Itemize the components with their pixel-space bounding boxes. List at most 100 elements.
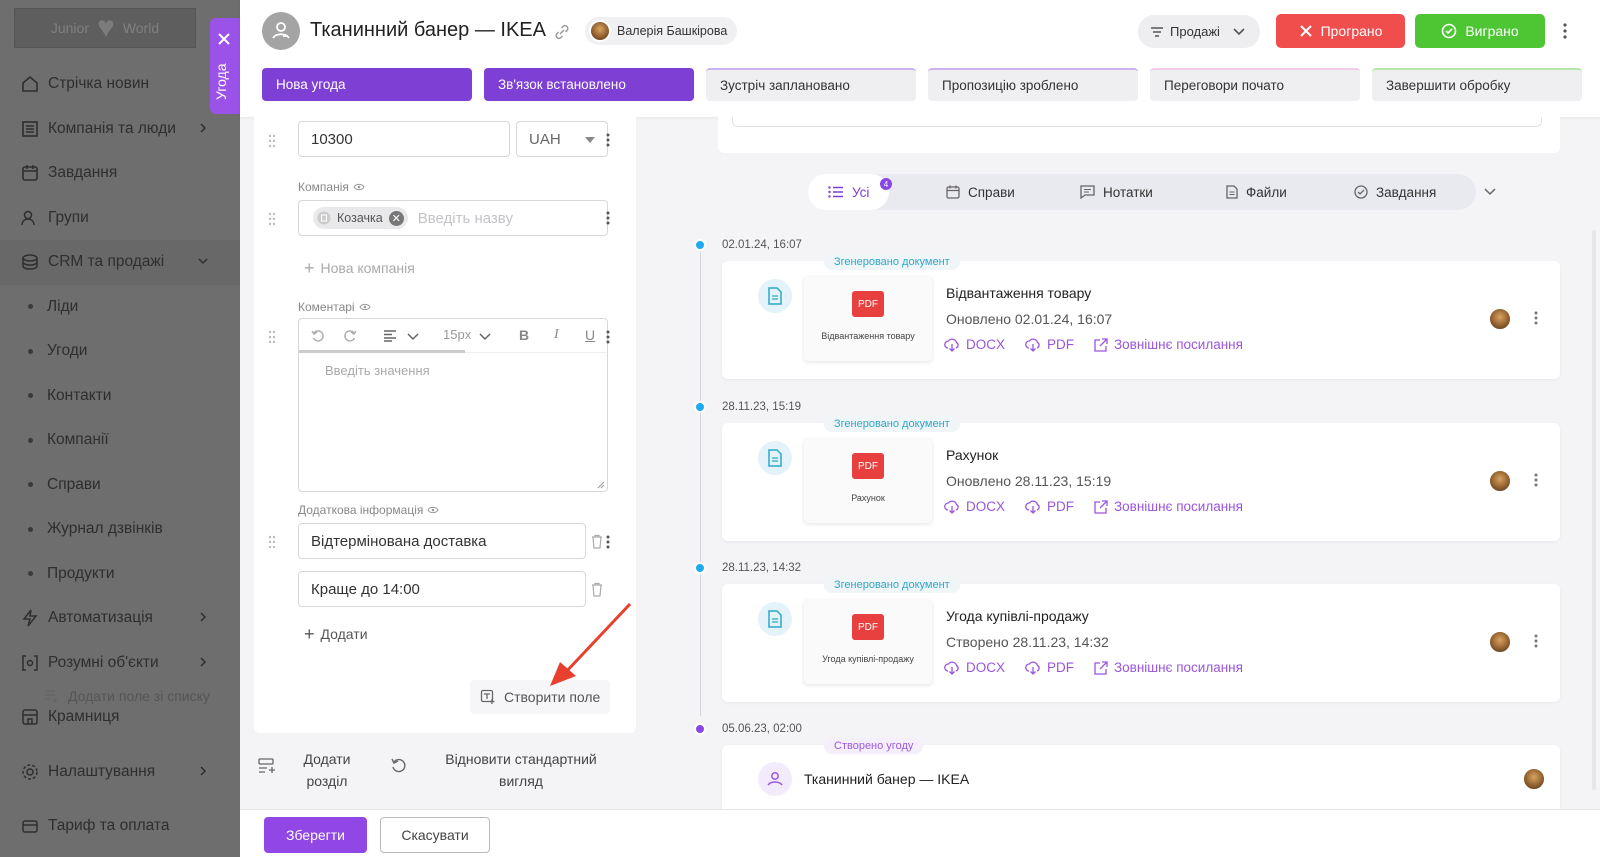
avatar[interactable] — [1488, 307, 1512, 331]
chevron-down-icon[interactable] — [407, 333, 419, 341]
drag-handle-icon[interactable] — [268, 330, 276, 344]
underline-button[interactable]: U — [585, 327, 595, 343]
save-button[interactable]: Зберегти — [264, 817, 367, 853]
document-thumbnail[interactable]: PDF Угода купівлі-продажу — [804, 600, 932, 684]
remove-chip-icon[interactable]: ✕ — [388, 210, 404, 226]
field-menu-icon[interactable] — [606, 133, 610, 147]
stage-finish[interactable]: Завершити обробку — [1372, 68, 1582, 101]
sidebar-item-tasks[interactable]: Завдання — [0, 151, 240, 196]
activity-input-card[interactable] — [718, 117, 1560, 153]
toolbar-scrollbar[interactable] — [299, 350, 465, 353]
timeline-deal-created-card[interactable]: Створено угоду Тканинний банер — IKEA — [722, 738, 1560, 809]
restore-default-view-button[interactable]: Відновити стандартний вигляд — [428, 748, 614, 792]
lost-button[interactable]: Програно — [1276, 14, 1405, 48]
currency-select[interactable]: UAH — [516, 121, 608, 157]
resize-handle-icon[interactable] — [597, 481, 605, 489]
sidebar-item-products[interactable]: Продукти — [0, 552, 240, 597]
stage-proposal-made[interactable]: Пропозицію зроблено — [928, 68, 1138, 101]
download-pdf-link[interactable]: PDF — [1025, 660, 1074, 675]
external-link[interactable]: Зовнішнє посилання — [1094, 499, 1243, 514]
stage-negotiations[interactable]: Переговори почато — [1150, 68, 1360, 101]
stage-meeting-scheduled[interactable]: Зустріч заплановано — [706, 68, 916, 101]
filter-tab-notes[interactable]: Нотатки — [1080, 174, 1153, 210]
italic-button[interactable]: I — [554, 327, 559, 343]
sidebar-item-settings[interactable]: Налаштування — [0, 750, 240, 795]
sidebar-item-company[interactable]: Компанія та люди — [0, 107, 240, 152]
bold-button[interactable]: B — [519, 327, 529, 343]
more-options-icon[interactable] — [1534, 311, 1538, 325]
deal-side-tab[interactable]: Угода — [210, 18, 240, 114]
field-menu-icon[interactable] — [606, 211, 610, 225]
align-icon[interactable] — [383, 330, 397, 342]
filter-tab-tasks[interactable]: Завдання — [1354, 174, 1436, 210]
add-value-link[interactable]: + Додати — [304, 625, 368, 643]
external-link[interactable]: Зовнішнє посилання — [1094, 660, 1243, 675]
drag-handle-icon[interactable] — [268, 134, 276, 148]
sidebar-item-news[interactable]: Стрічка новин — [0, 62, 240, 107]
sidebar-item-automation[interactable]: Автоматизація — [0, 596, 240, 641]
comments-editor[interactable]: 15px B I U Введіть значення — [298, 318, 608, 492]
drag-handle-icon[interactable] — [268, 212, 276, 226]
cancel-button[interactable]: Скасувати — [380, 817, 490, 853]
eye-icon[interactable] — [359, 303, 371, 311]
document-thumbnail[interactable]: PDF Рахунок — [804, 439, 932, 523]
download-docx-link[interactable]: DOCX — [944, 337, 1005, 352]
sidebar-item-groups[interactable]: Групи — [0, 196, 240, 241]
field-menu-icon[interactable] — [606, 330, 610, 344]
eye-icon[interactable] — [353, 183, 365, 191]
restore-icon[interactable] — [390, 757, 408, 775]
responsible-user-chip[interactable]: Валерія Башкірова — [585, 17, 738, 45]
sidebar-item-deals[interactable]: Угоди — [0, 329, 240, 374]
add-section-button[interactable]: Додати розділ — [290, 748, 364, 792]
filter-tab-files[interactable]: Файли — [1226, 174, 1287, 210]
download-pdf-link[interactable]: PDF — [1025, 499, 1074, 514]
sidebar-item-call-log[interactable]: Журнал дзвінків — [0, 507, 240, 552]
pipeline-select[interactable]: Продажі — [1138, 15, 1260, 48]
sidebar-item-smart-objects[interactable]: Розумні об'єкти — [0, 641, 240, 686]
scrollbar[interactable] — [1592, 230, 1596, 790]
sidebar-item-billing[interactable]: Тариф та оплата — [0, 804, 240, 849]
sidebar-item-leads[interactable]: Ліди — [0, 285, 240, 330]
chevron-down-icon[interactable] — [1484, 188, 1496, 196]
avatar[interactable] — [1488, 469, 1512, 493]
trash-icon[interactable] — [590, 582, 604, 597]
amount-input[interactable]: 10300 — [298, 121, 510, 157]
stage-new-deal[interactable]: Нова угода — [262, 68, 472, 101]
drag-handle-icon[interactable] — [268, 535, 276, 549]
close-icon[interactable] — [217, 32, 231, 46]
more-options-icon[interactable] — [1534, 634, 1538, 648]
sidebar-item-contacts[interactable]: Контакти — [0, 374, 240, 419]
link-icon[interactable] — [553, 23, 571, 41]
download-docx-link[interactable]: DOCX — [944, 499, 1005, 514]
chevron-down-icon[interactable] — [479, 333, 491, 341]
sidebar-item-crm[interactable]: CRM та продажі — [0, 240, 240, 285]
extra-info-input-1[interactable]: Відтермінована доставка — [298, 523, 586, 559]
add-field-from-list-button[interactable]: Додати поле зі списку — [44, 688, 210, 704]
timeline-document-card[interactable]: Згенеровано документ PDF Відвантаження т… — [722, 254, 1560, 379]
avatar[interactable] — [1522, 767, 1546, 791]
timeline-document-card[interactable]: Згенеровано документ PDF Угода купівлі-п… — [722, 577, 1560, 702]
more-options-icon[interactable] — [1562, 22, 1568, 40]
download-pdf-link[interactable]: PDF — [1025, 337, 1074, 352]
sidebar-item-cases[interactable]: Справи — [0, 463, 240, 508]
sidebar-item-companies[interactable]: Компанії — [0, 418, 240, 463]
document-thumbnail[interactable]: PDF Відвантаження товару — [804, 277, 932, 361]
external-link[interactable]: Зовнішнє посилання — [1094, 337, 1243, 352]
timeline-document-card[interactable]: Згенеровано документ PDF Рахунок Рахунок… — [722, 416, 1560, 541]
more-options-icon[interactable] — [1534, 473, 1538, 487]
field-menu-icon[interactable] — [606, 535, 610, 549]
font-size-select[interactable]: 15px — [443, 327, 471, 342]
filter-tab-cases[interactable]: Справи — [946, 174, 1015, 210]
company-chip[interactable]: Козачка ✕ — [313, 207, 408, 229]
eye-icon[interactable] — [427, 506, 439, 514]
add-section-icon[interactable] — [258, 757, 276, 775]
stage-contact-established[interactable]: Зв'язок встановлено — [484, 68, 694, 101]
new-company-link[interactable]: + Нова компанія — [304, 259, 415, 277]
avatar[interactable] — [1488, 630, 1512, 654]
activity-input[interactable] — [732, 117, 1542, 127]
download-docx-link[interactable]: DOCX — [944, 660, 1005, 675]
trash-icon[interactable] — [590, 534, 604, 549]
redo-icon[interactable] — [343, 329, 357, 343]
filter-tab-all[interactable]: Усі 4 — [808, 174, 892, 210]
undo-icon[interactable] — [311, 329, 325, 343]
